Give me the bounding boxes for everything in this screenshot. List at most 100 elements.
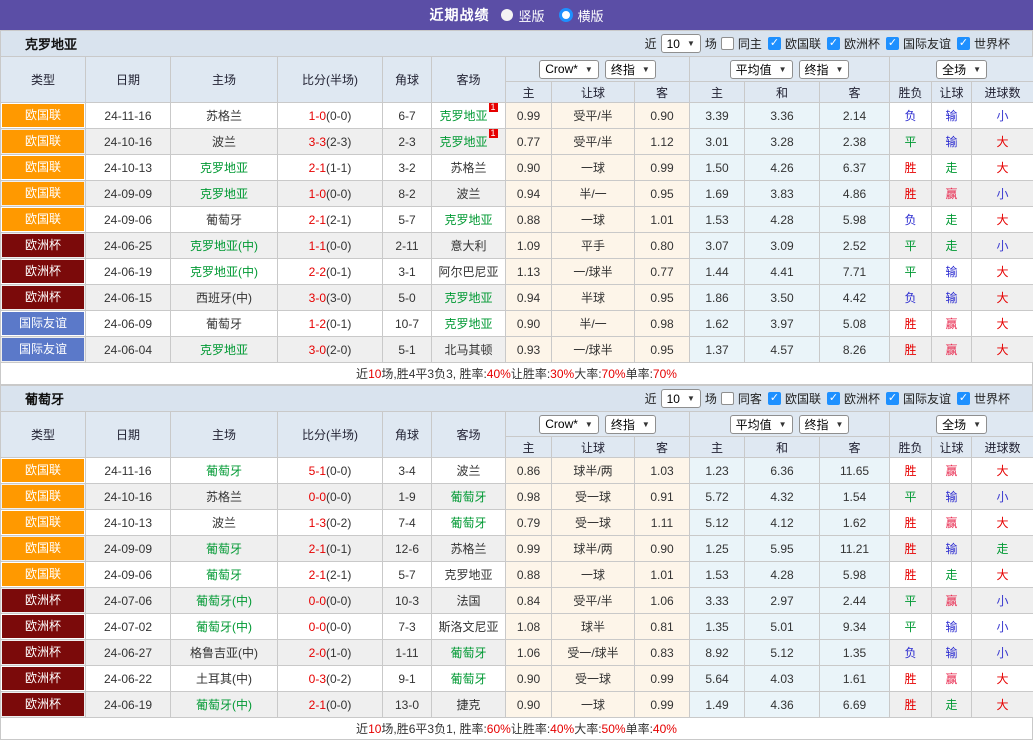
col-header-date: 日期 [86,57,171,103]
avg-home: 1.86 [690,285,745,311]
league-badge: 欧国联 [1,181,86,207]
avg-time-select[interactable]: 终指 [799,415,850,434]
match-date: 24-10-16 [86,484,171,510]
recent-count-select[interactable]: 10 [661,389,701,408]
match-row: 欧国联24-10-13波兰1-3(0-2)7-4葡萄牙0.79受一球1.115.… [1,510,1033,536]
avg-provider-select[interactable]: 平均值 [730,60,793,79]
odds-away: 1.06 [635,588,690,614]
corners-cell: 2-11 [383,233,432,259]
summary-text: 场,胜4平3负3, 胜率: [381,365,486,382]
result-outcome: 胜 [890,510,932,536]
radio-item-horizontal[interactable]: 横版 [559,6,604,25]
away-team: 斯洛文尼亚 [432,614,506,640]
period-group-header: 全场 [890,412,1033,437]
league-checkbox-label: 欧国联 [785,390,821,407]
result-outcome: 平 [890,614,932,640]
league-badge: 欧洲杯 [1,233,86,259]
result-outcome: 负 [890,103,932,129]
result-handicap: 输 [932,614,972,640]
result-goals: 大 [972,259,1033,285]
handicap-line: 球半/两 [552,458,635,484]
period-group-header: 全场 [890,57,1033,82]
odds-home: 0.77 [506,129,552,155]
league-checkbox-国际友谊[interactable]: ✓ [886,392,899,405]
handicap-line: 受一球 [552,666,635,692]
home-team: 克罗地亚(中) [171,259,278,285]
subcol-odds-away: 客 [635,437,690,458]
result-goals: 小 [972,640,1033,666]
league-checkbox-欧洲杯[interactable]: ✓ [827,392,840,405]
match-row: 欧国联24-09-09克罗地亚1-0(0-0)8-2波兰0.94半/一0.951… [1,181,1033,207]
handicap-line: 一球 [552,207,635,233]
avg-home: 1.53 [690,207,745,233]
subcol-avg-draw: 和 [745,437,820,458]
avg-away: 2.14 [820,103,890,129]
odds-provider-select[interactable]: Crow* [539,415,599,434]
score-cell: 5-1(0-0) [278,458,383,484]
avg-away: 11.65 [820,458,890,484]
match-row: 欧国联24-11-16苏格兰1-0(0-0)6-7克罗地亚10.99受平/半0.… [1,103,1033,129]
match-date: 24-06-19 [86,692,171,718]
result-outcome: 胜 [890,311,932,337]
league-checkbox-国际友谊[interactable]: ✓ [886,37,899,50]
subcol-odds-home: 主 [506,437,552,458]
home-team: 克罗地亚 [171,155,278,181]
handicap-line: 一/球半 [552,337,635,363]
result-handicap: 走 [932,155,972,181]
avg-away: 7.71 [820,259,890,285]
league-badge: 欧国联 [1,155,86,181]
corners-cell: 13-0 [383,692,432,718]
corners-cell: 1-9 [383,484,432,510]
corners-cell: 12-6 [383,536,432,562]
corners-cell: 3-2 [383,155,432,181]
same-venue-checkbox[interactable] [721,37,734,50]
home-team: 克罗地亚 [171,181,278,207]
result-goals: 走 [972,536,1033,562]
result-handicap: 输 [932,536,972,562]
radio-vertical-icon[interactable] [501,9,513,21]
league-checkbox-世界杯[interactable]: ✓ [957,37,970,50]
league-checkbox-欧国联[interactable]: ✓ [768,392,781,405]
home-team: 葡萄牙 [171,536,278,562]
match-date: 24-06-19 [86,259,171,285]
odds-time-select[interactable]: 终指 [605,60,656,79]
summary-stat-value: 10 [368,722,381,736]
layout-radio-group: 竖版 横版 [501,6,603,25]
period-select[interactable]: 全场 [936,415,987,434]
league-badge: 欧洲杯 [1,614,86,640]
home-team: 苏格兰 [171,103,278,129]
recent-count-select[interactable]: 10 [661,34,701,53]
result-outcome: 胜 [890,337,932,363]
result-handicap: 输 [932,640,972,666]
same-venue-checkbox[interactable] [721,392,734,405]
col-header-away: 客场 [432,412,506,458]
radio-item-vertical[interactable]: 竖版 [501,6,544,25]
avg-provider-select[interactable]: 平均值 [730,415,793,434]
score-cell: 1-0(0-0) [278,181,383,207]
league-badge: 欧国联 [1,129,86,155]
summary-text: 近 [356,365,368,382]
league-checkbox-欧洲杯[interactable]: ✓ [827,37,840,50]
match-row: 欧国联24-10-16苏格兰0-0(0-0)1-9葡萄牙0.98受一球0.915… [1,484,1033,510]
league-checkbox-欧国联[interactable]: ✓ [768,37,781,50]
league-checkbox-世界杯[interactable]: ✓ [957,392,970,405]
league-badge: 欧国联 [1,536,86,562]
avg-time-select[interactable]: 终指 [799,60,850,79]
period-select[interactable]: 全场 [936,60,987,79]
result-outcome: 胜 [890,181,932,207]
handicap-line: 平手 [552,233,635,259]
avg-away: 2.44 [820,588,890,614]
result-outcome: 胜 [890,155,932,181]
summary-text: 大率: [574,365,601,382]
radio-horizontal-icon[interactable] [559,8,573,22]
score-cell: 2-0(1-0) [278,640,383,666]
avg-away: 1.35 [820,640,890,666]
avg-home: 3.01 [690,129,745,155]
odds-time-select[interactable]: 终指 [605,415,656,434]
league-badge: 欧国联 [1,458,86,484]
odds-provider-select[interactable]: Crow* [539,60,599,79]
summary-stat-value: 70% [602,367,626,381]
result-outcome: 平 [890,259,932,285]
handicap-line: 球半 [552,614,635,640]
away-team: 捷克 [432,692,506,718]
